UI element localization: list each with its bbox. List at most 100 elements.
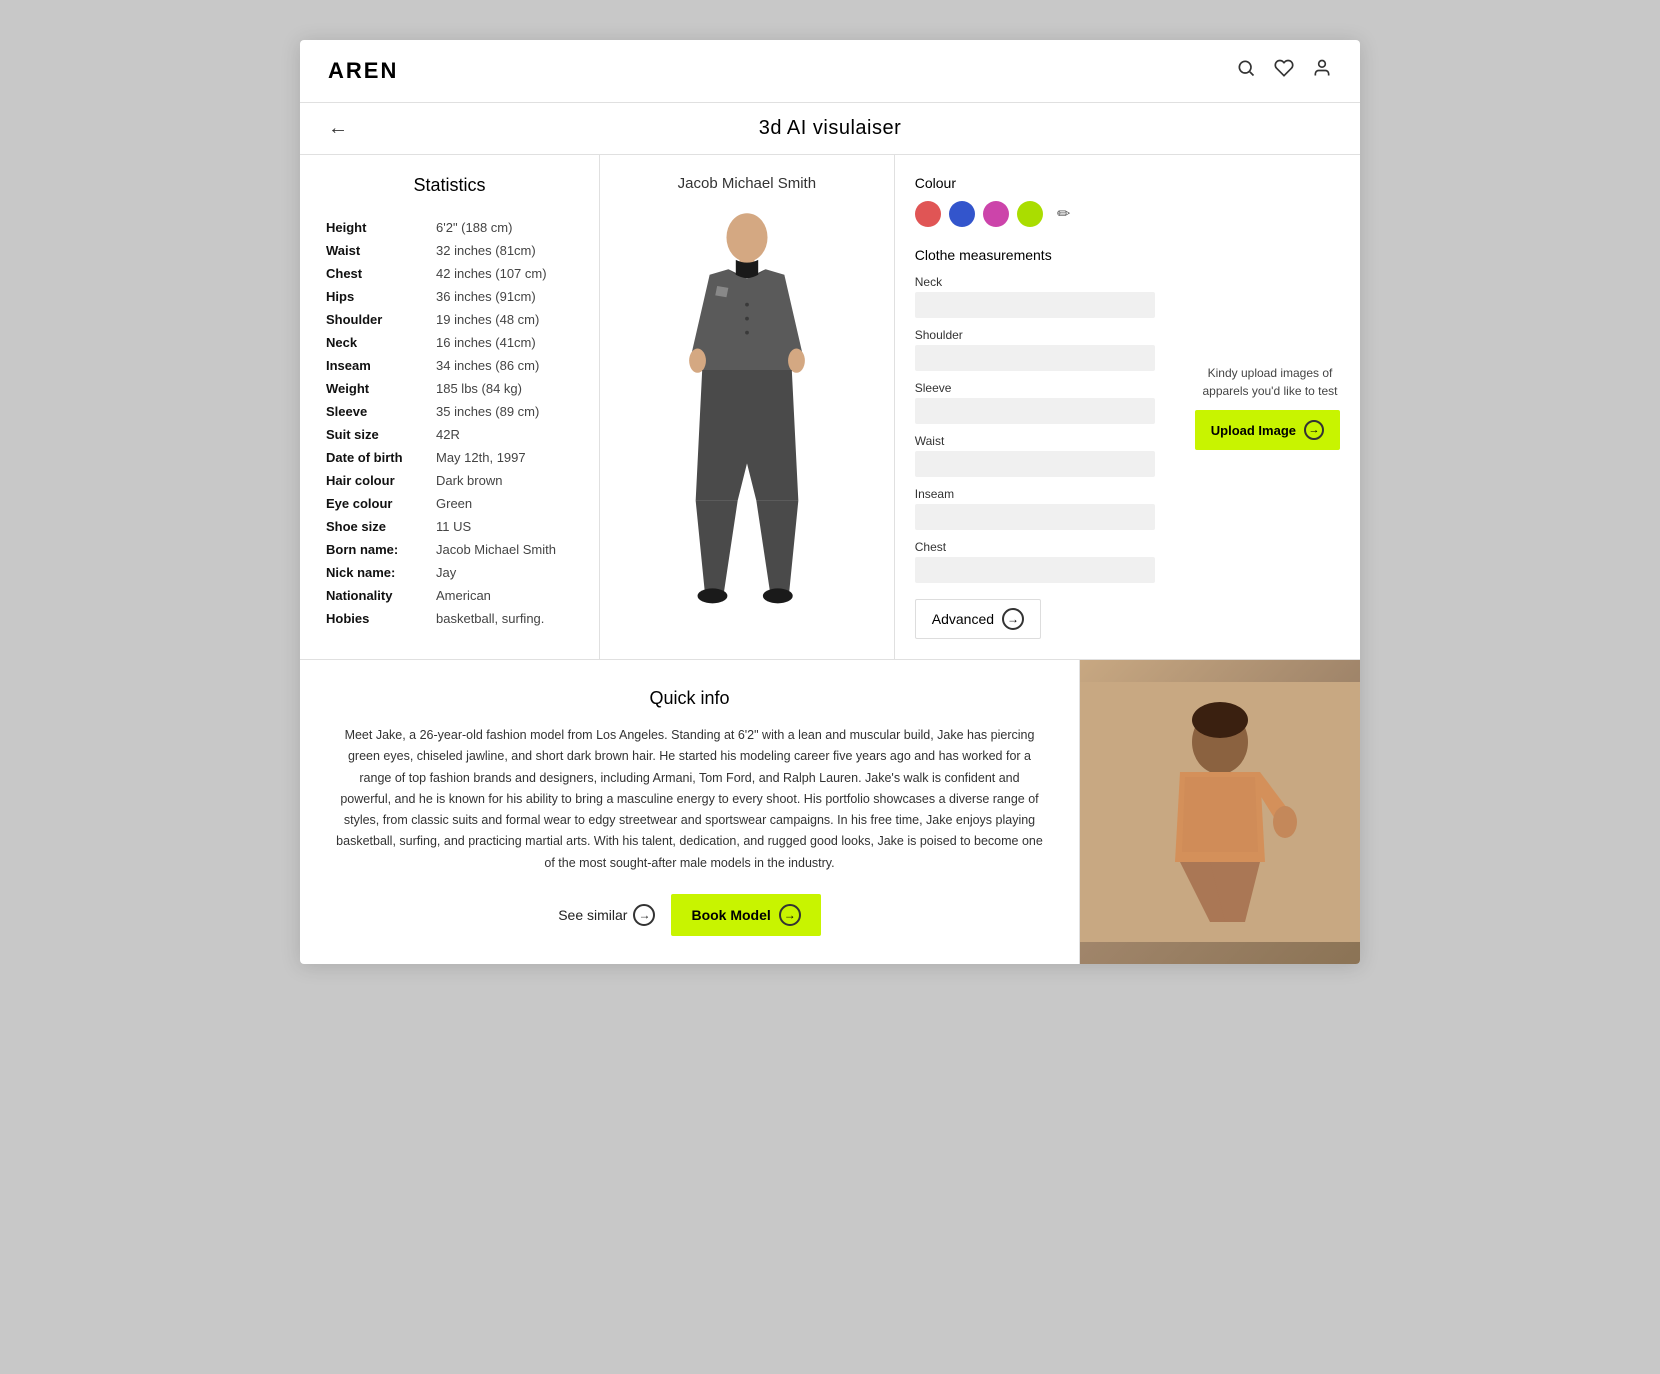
swatch-blue[interactable] [949, 201, 975, 227]
stats-row: Chest42 inches (107 cm) [324, 262, 575, 285]
swatch-pink[interactable] [983, 201, 1009, 227]
measurement-field-label: Sleeve [915, 381, 1155, 395]
quick-info: Quick info Meet Jake, a 26-year-old fash… [300, 659, 1360, 964]
stats-label: Neck [324, 331, 434, 354]
stats-row: Hobiesbasketball, surfing. [324, 607, 575, 630]
measurement-field-label: Neck [915, 275, 1155, 289]
stats-value: 42R [434, 423, 575, 446]
measurement-field-label: Chest [915, 540, 1155, 554]
stats-row: Suit size42R [324, 423, 575, 446]
colour-section: Colour ✏ [915, 175, 1155, 227]
measurement-field: Shoulder [915, 328, 1155, 371]
stats-value: May 12th, 1997 [434, 446, 575, 469]
stats-label: Hips [324, 285, 434, 308]
advanced-button[interactable]: Advanced → [915, 599, 1041, 639]
measurement-input-waist[interactable] [915, 451, 1155, 477]
stats-row: Inseam34 inches (86 cm) [324, 354, 575, 377]
quick-info-body: Meet Jake, a 26-year-old fashion model f… [336, 725, 1043, 874]
stats-label: Shoulder [324, 308, 434, 331]
stats-row: Nick name:Jay [324, 561, 575, 584]
quick-info-title: Quick info [336, 688, 1043, 709]
stats-value: 32 inches (81cm) [434, 239, 575, 262]
stats-label: Date of birth [324, 446, 434, 469]
stats-value: 16 inches (41cm) [434, 331, 575, 354]
stats-label: Nick name: [324, 561, 434, 584]
colour-swatches: ✏ [915, 201, 1155, 227]
stats-value: 11 US [434, 515, 575, 538]
upload-wrapper: Kindy upload images of apparels you'd li… [1175, 344, 1360, 470]
logo: AREN [328, 58, 398, 84]
stats-label: Hobies [324, 607, 434, 630]
measurement-field: Sleeve [915, 381, 1155, 424]
quick-info-text: Quick info Meet Jake, a 26-year-old fash… [300, 660, 1080, 964]
measurement-input-shoulder[interactable] [915, 345, 1155, 371]
stats-row: Shoulder19 inches (48 cm) [324, 308, 575, 331]
right-side-wrapper: Colour ✏ Clothe measurements NeckShoulde… [895, 155, 1360, 659]
back-button[interactable]: ← [328, 117, 348, 140]
measurements-section: Clothe measurements NeckShoulderSleeveWa… [915, 247, 1155, 583]
stats-sidebar: Statistics Height6'2" (188 cm)Waist32 in… [300, 155, 600, 659]
measurement-field: Chest [915, 540, 1155, 583]
main-content: Statistics Height6'2" (188 cm)Waist32 in… [300, 155, 1360, 659]
stats-value: Green [434, 492, 575, 515]
measurement-input-neck[interactable] [915, 292, 1155, 318]
stats-label: Waist [324, 239, 434, 262]
book-model-button[interactable]: Book Model → [671, 894, 820, 936]
stats-value: 36 inches (91cm) [434, 285, 575, 308]
page-wrapper: AREN ← 3d AI visulaiser Statistics Heigh… [300, 40, 1360, 964]
user-icon[interactable] [1312, 58, 1332, 84]
upload-label: Upload Image [1211, 423, 1296, 438]
swatch-red[interactable] [915, 201, 941, 227]
colour-label: Colour [915, 175, 1155, 191]
stats-row: Height6'2" (188 cm) [324, 216, 575, 239]
search-icon[interactable] [1236, 58, 1256, 84]
stats-row: Eye colourGreen [324, 492, 575, 515]
statistics-title: Statistics [324, 175, 575, 196]
measurement-field-label: Shoulder [915, 328, 1155, 342]
measurement-field-label: Waist [915, 434, 1155, 448]
stats-value: 185 lbs (84 kg) [434, 377, 575, 400]
upload-arrow-icon: → [1304, 420, 1324, 440]
advanced-arrow-icon: → [1002, 608, 1024, 630]
stats-row: Waist32 inches (81cm) [324, 239, 575, 262]
book-model-arrow-icon: → [779, 904, 801, 926]
model-figure [637, 202, 857, 622]
page-title: 3d AI visulaiser [328, 117, 1332, 140]
upload-hint: Kindy upload images of apparels you'd li… [1200, 364, 1340, 400]
stats-label: Nationality [324, 584, 434, 607]
measurement-input-inseam[interactable] [915, 504, 1155, 530]
model-photo [1080, 660, 1360, 964]
quick-info-actions: See similar → Book Model → [336, 894, 1043, 936]
measurement-input-sleeve[interactable] [915, 398, 1155, 424]
stats-value: Jay [434, 561, 575, 584]
stats-value: 42 inches (107 cm) [434, 262, 575, 285]
upload-button[interactable]: Upload Image → [1195, 410, 1340, 450]
stats-value: American [434, 584, 575, 607]
stats-label: Chest [324, 262, 434, 285]
stats-row: NationalityAmerican [324, 584, 575, 607]
stats-label: Inseam [324, 354, 434, 377]
stats-value: 6'2" (188 cm) [434, 216, 575, 239]
right-panel: Colour ✏ Clothe measurements NeckShoulde… [895, 155, 1175, 659]
header: AREN [300, 40, 1360, 103]
stats-label: Shoe size [324, 515, 434, 538]
stats-label: Suit size [324, 423, 434, 446]
see-similar-button[interactable]: See similar → [558, 904, 655, 926]
measurement-field: Inseam [915, 487, 1155, 530]
stats-row: Neck16 inches (41cm) [324, 331, 575, 354]
measurement-field-label: Inseam [915, 487, 1155, 501]
stats-row: Date of birthMay 12th, 1997 [324, 446, 575, 469]
measurement-input-chest[interactable] [915, 557, 1155, 583]
swatch-lime[interactable] [1017, 201, 1043, 227]
title-bar: ← 3d AI visulaiser [300, 103, 1360, 155]
stats-label: Height [324, 216, 434, 239]
measurement-field: Waist [915, 434, 1155, 477]
stats-table: Height6'2" (188 cm)Waist32 inches (81cm)… [324, 216, 575, 630]
stats-row: Sleeve35 inches (89 cm) [324, 400, 575, 423]
book-model-label: Book Model [691, 907, 770, 923]
advanced-label: Advanced [932, 611, 994, 627]
colour-picker-icon[interactable]: ✏ [1051, 201, 1077, 227]
stats-label: Born name: [324, 538, 434, 561]
measurement-field: Neck [915, 275, 1155, 318]
heart-icon[interactable] [1274, 58, 1294, 84]
